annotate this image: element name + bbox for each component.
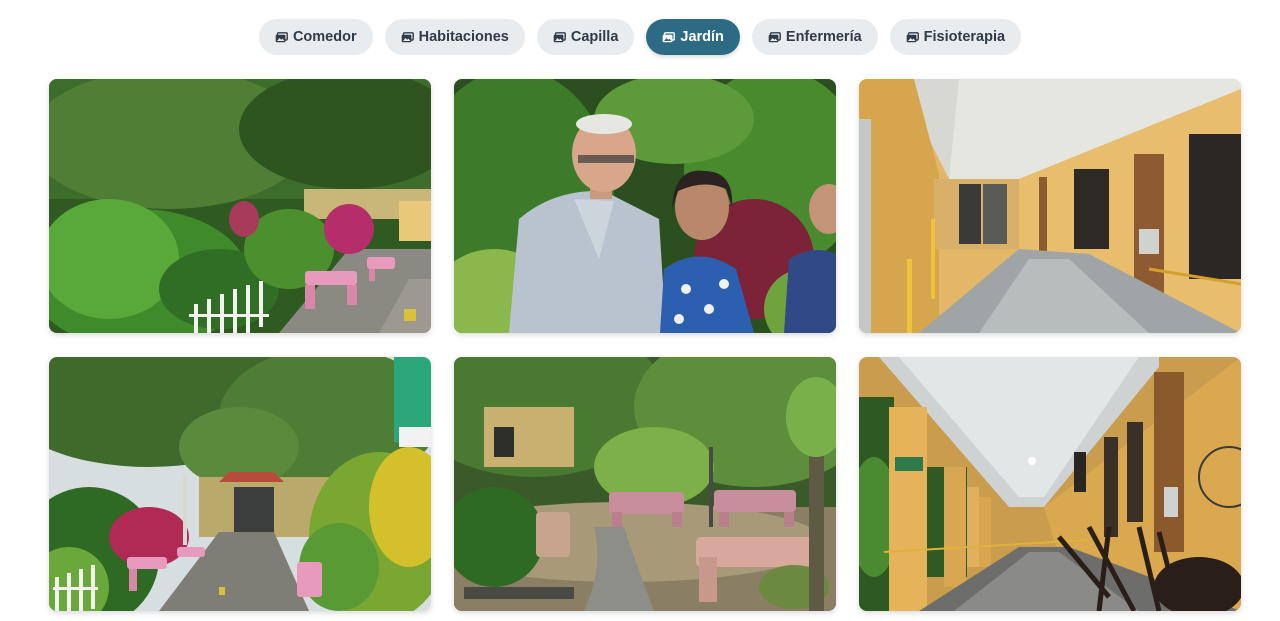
images-icon bbox=[275, 31, 288, 43]
tab-label: Fisioterapia bbox=[923, 29, 1006, 45]
garden-benches-photo bbox=[454, 357, 836, 611]
tab-comedor[interactable]: Comedor bbox=[258, 19, 373, 55]
tab-label: Comedor bbox=[292, 29, 357, 45]
garden-walkway-photo bbox=[49, 357, 431, 611]
gallery-photo-benches[interactable] bbox=[454, 357, 836, 611]
gallery-photo-covered-corridor[interactable] bbox=[859, 357, 1241, 611]
photo-gallery-grid bbox=[49, 79, 1243, 611]
tab-habitaciones[interactable]: Habitaciones bbox=[384, 19, 525, 55]
images-icon bbox=[662, 31, 676, 43]
tab-enfermeria[interactable]: Enfermería bbox=[751, 19, 878, 55]
tab-jardin[interactable]: Jardín bbox=[646, 19, 740, 55]
images-icon bbox=[553, 31, 566, 43]
tab-label: Habitaciones bbox=[418, 29, 509, 45]
tab-fisioterapia[interactable]: Fisioterapia bbox=[889, 19, 1022, 55]
images-icon bbox=[906, 31, 919, 43]
tab-label: Enfermería bbox=[785, 29, 862, 45]
couple-in-garden-photo bbox=[454, 79, 836, 333]
gallery-photo-couple[interactable] bbox=[454, 79, 836, 333]
tab-label: Capilla bbox=[570, 29, 619, 45]
images-icon bbox=[768, 31, 781, 43]
tab-capilla[interactable]: Capilla bbox=[536, 19, 635, 55]
gallery-photo-walkway[interactable] bbox=[49, 357, 431, 611]
covered-corridor-photo bbox=[859, 357, 1241, 611]
tab-label: Jardín bbox=[680, 29, 724, 45]
gallery-filter-tabs: Comedor Habitaciones Capilla Jardín Enfe… bbox=[0, 19, 1280, 55]
gallery-photo-corridor[interactable] bbox=[859, 79, 1241, 333]
yellow-corridor-photo bbox=[859, 79, 1241, 333]
images-icon bbox=[401, 31, 414, 43]
garden-path-photo bbox=[49, 79, 431, 333]
gallery-photo-garden-path[interactable] bbox=[49, 79, 431, 333]
